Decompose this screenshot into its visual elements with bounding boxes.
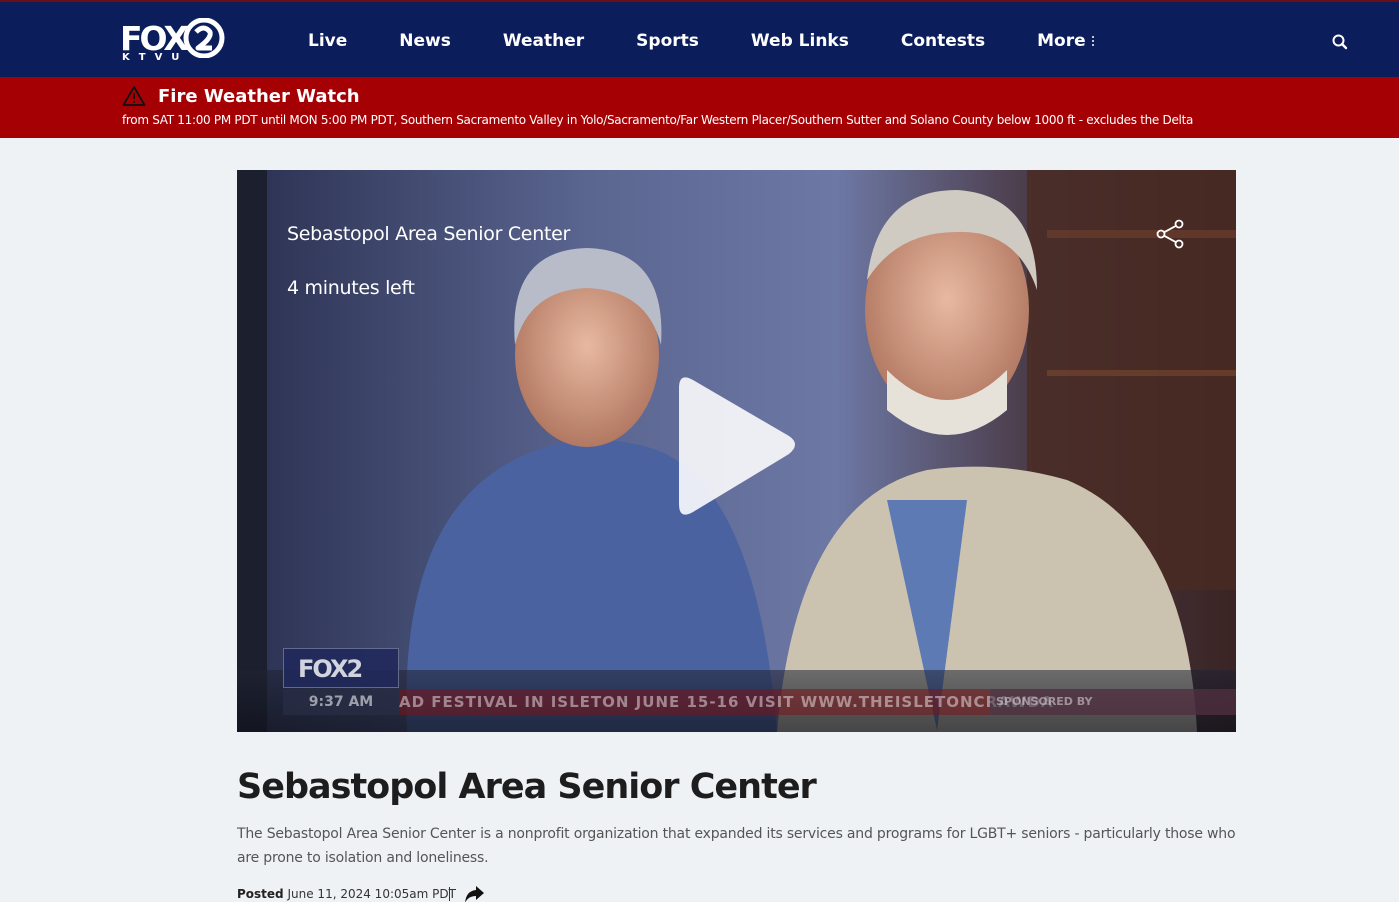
site-header: FOX KTVU Live News Weather Sports Web Li…: [0, 0, 1399, 77]
nav-more-label: More: [1037, 30, 1086, 51]
search-icon[interactable]: [1331, 33, 1349, 51]
share-arrow-icon[interactable]: [463, 884, 485, 902]
news-ticker: AD FESTIVAL IN ISLETON JUNE 15-16 VISIT …: [399, 689, 1236, 715]
nav-news[interactable]: News: [399, 31, 451, 51]
play-icon[interactable]: [667, 370, 807, 530]
nav-web-links[interactable]: Web Links: [751, 31, 849, 51]
station-bug: FOX2: [283, 648, 399, 688]
posted-label: Posted: [237, 887, 284, 901]
fox-ktvu-logo[interactable]: FOX KTVU: [120, 18, 228, 66]
article-headline: Sebastopol Area Senior Center: [237, 767, 817, 807]
main-nav: Live News Weather Sports Web Links Conte…: [308, 2, 1148, 79]
alert-title: Fire Weather Watch: [158, 86, 360, 107]
share-icon[interactable]: [1154, 218, 1186, 250]
video-title: Sebastopol Area Senior Center: [287, 223, 570, 245]
nav-contests[interactable]: Contests: [901, 31, 985, 51]
ticker-text: AD FESTIVAL IN ISLETON JUNE 15-16 VISIT …: [399, 693, 1054, 711]
posted-info: Posted June 11, 2024 10:05am PDT: [237, 885, 456, 902]
nav-live[interactable]: Live: [308, 31, 347, 51]
nav-sports[interactable]: Sports: [636, 31, 699, 51]
logo-ktvu-text: KTVU: [122, 52, 189, 63]
nav-weather[interactable]: Weather: [503, 31, 584, 51]
bug-text: FOX2: [298, 655, 363, 683]
video-time-left: 4 minutes left: [287, 277, 415, 299]
on-air-clock: 9:37 AM: [283, 689, 399, 715]
video-player[interactable]: FOX2 9:37 AM AD FESTIVAL IN ISLETON JUNE…: [237, 170, 1236, 732]
more-dots-icon: [1091, 34, 1096, 48]
warning-triangle-icon: [122, 86, 146, 106]
ticker-sponsor: SPONSORED BY: [990, 689, 1236, 715]
alert-text: from SAT 11:00 PM PDT until MON 5:00 PM …: [122, 113, 1194, 127]
nav-more[interactable]: More: [1037, 31, 1096, 51]
posted-date: June 11, 2024 10:05am PDT: [287, 887, 456, 901]
ticker-sponsor-label: SPONSORED BY: [996, 695, 1093, 708]
posted-divider: [449, 887, 450, 901]
article-description: The Sebastopol Area Senior Center is a n…: [237, 826, 1236, 866]
weather-alert-banner[interactable]: Fire Weather Watch from SAT 11:00 PM PDT…: [0, 77, 1399, 138]
